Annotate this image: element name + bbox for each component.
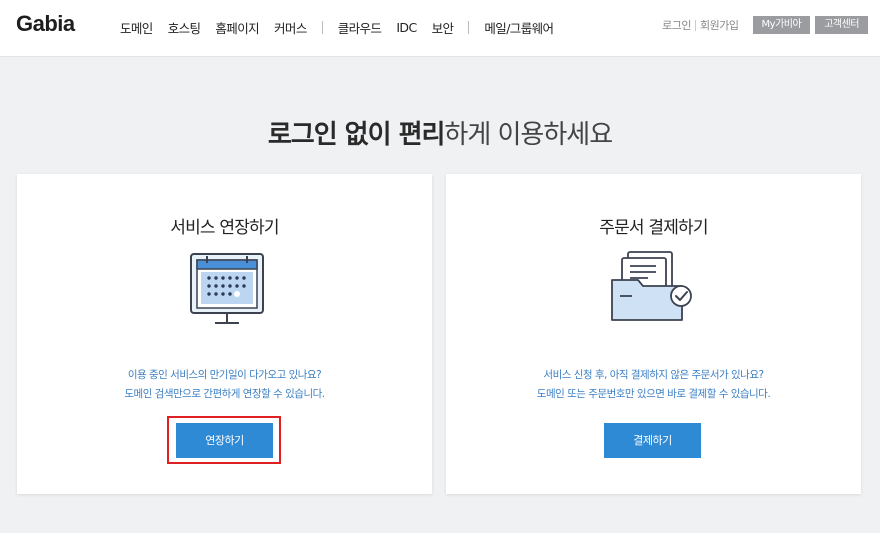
folder-check-icon <box>446 250 861 330</box>
renew-service-card: 서비스 연장하기 이용 중인 서비스의 만기일이 다가오고 있나요? 도메인 검… <box>17 174 432 494</box>
renew-button[interactable]: 연장하기 <box>176 423 273 458</box>
calendar-monitor-icon <box>17 250 432 330</box>
card-description: 서비스 신청 후, 아직 결제하지 않은 주문서가 있나요? 도메인 또는 주문… <box>446 366 861 404</box>
gabia-logo[interactable]: Gabia <box>16 11 75 37</box>
nav-divider <box>321 20 323 34</box>
card-description-line: 도메인 검색만으로 간편하게 연장할 수 있습니다. <box>124 388 325 400</box>
nav-item-commerce[interactable]: 커머스 <box>274 18 307 37</box>
nav-divider <box>468 20 470 34</box>
nav-item-mail-groupware[interactable]: 메일/그룹웨어 <box>484 18 554 37</box>
card-description-line: 도메인 또는 주문번호만 있으면 바로 결제할 수 있습니다. <box>536 388 771 400</box>
nav-item-idc[interactable]: IDC <box>396 20 417 35</box>
signup-link[interactable]: 회원가입 <box>700 17 739 33</box>
nav-item-security[interactable]: 보안 <box>432 18 454 37</box>
card-title: 서비스 연장하기 <box>170 218 279 238</box>
card-description-line: 서비스 신청 후, 아직 결제하지 않은 주문서가 있나요? <box>543 369 764 381</box>
main-nav: 도메인 호스팅 홈페이지 커머스 클라우드 IDC 보안 메일/그룹웨어 <box>120 18 568 36</box>
nav-item-hosting[interactable]: 호스팅 <box>168 18 201 37</box>
site-header: Gabia 도메인 호스팅 홈페이지 커머스 클라우드 IDC 보안 메일/그룹… <box>0 0 880 57</box>
nav-item-homepage[interactable]: 홈페이지 <box>215 18 259 37</box>
my-gabia-button[interactable]: My가비아 <box>752 16 811 34</box>
support-center-button[interactable]: 고객센터 <box>815 16 868 34</box>
pay-button[interactable]: 결제하기 <box>604 423 701 458</box>
card-description-line: 이용 중인 서비스의 만기일이 다가오고 있나요? <box>127 369 322 381</box>
nav-item-domain[interactable]: 도메인 <box>120 18 153 37</box>
card-description: 이용 중인 서비스의 만기일이 다가오고 있나요? 도메인 검색만으로 간편하게… <box>17 366 432 404</box>
page-title: 로그인 없이 편리하게 이용하세요 <box>0 114 880 151</box>
pay-order-card: 주문서 결제하기 서비스 신청 후, 아직 결제하지 않은 주문서가 있나요? … <box>446 174 861 494</box>
page-title-strong: 로그인 없이 편리 <box>267 120 446 150</box>
utility-divider <box>695 19 697 31</box>
utility-menu: 로그인 회원가입 My가비아 고객센터 <box>662 16 868 34</box>
card-title: 주문서 결제하기 <box>599 218 708 238</box>
login-link[interactable]: 로그인 <box>662 17 691 33</box>
nav-item-cloud[interactable]: 클라우드 <box>338 18 382 37</box>
page-title-light: 하게 이용하세요 <box>444 120 613 150</box>
